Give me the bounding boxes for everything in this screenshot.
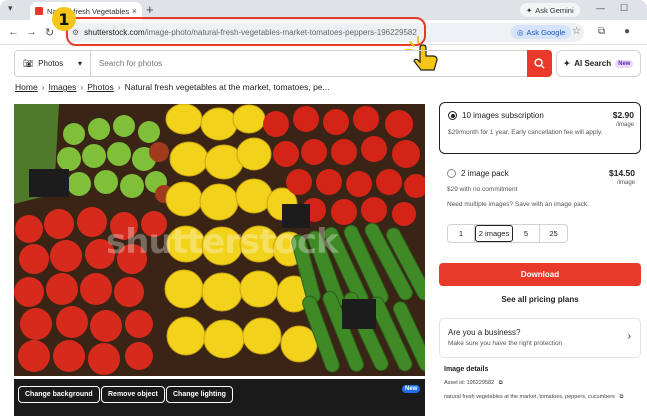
breadcrumb-home[interactable]: Home xyxy=(15,82,38,92)
watermark: shutterstock xyxy=(106,222,339,262)
gemini-sparkle-icon: ✦ xyxy=(526,5,533,15)
image-description-row: natural fresh vegetables at the market, … xyxy=(444,393,639,401)
see-all-pricing-link[interactable]: See all pricing plans xyxy=(439,295,641,304)
google-lens-icon: ◎ xyxy=(517,27,524,37)
breadcrumb-separator: › xyxy=(41,82,45,92)
ask-gemini-label: Ask Gemini xyxy=(535,5,574,15)
business-title: Are you a business? xyxy=(448,328,521,337)
download-button[interactable]: Download xyxy=(439,263,641,286)
asset-id-row: Asset id: 196229582 ⧉ xyxy=(444,380,639,387)
image-pack-title: 2 image pack xyxy=(461,169,509,178)
breadcrumb-photos[interactable]: Photos xyxy=(87,82,113,92)
tools-new-badge: New xyxy=(402,385,421,393)
shutterstock-favicon-icon xyxy=(35,7,43,15)
breadcrumb: Home › Images › Photos › Natural fresh vegetab… xyxy=(15,82,330,92)
image-pack-desc: $29 with no commitment xyxy=(447,186,518,193)
back-arrow-icon[interactable]: ← xyxy=(8,26,19,38)
pack-size-25[interactable]: 25 xyxy=(540,225,567,242)
ai-tools-bar: Change background Remove object Change l… xyxy=(14,379,425,416)
change-background-button[interactable]: Change background xyxy=(18,386,100,403)
ask-google-label: Ask Google xyxy=(526,27,566,37)
business-card[interactable]: Are you a business? Make sure you have t… xyxy=(439,318,641,358)
chevron-down-icon: ▾ xyxy=(77,59,82,68)
forward-arrow-icon[interactable]: → xyxy=(26,26,37,38)
asset-id: Asset id: 196229582 xyxy=(444,380,495,386)
image-details: Image details Asset id: 196229582 ⧉ natu… xyxy=(444,366,639,401)
ask-gemini-button[interactable]: ✦ Ask Gemini xyxy=(520,3,580,17)
breadcrumb-separator: › xyxy=(117,82,121,92)
media-type-label: Photos xyxy=(38,59,64,68)
bookmark-star-icon[interactable]: ☆ xyxy=(572,26,581,37)
copy-description-icon[interactable]: ⧉ xyxy=(619,394,623,400)
new-tab-button[interactable]: + xyxy=(146,2,154,17)
business-subtitle: Make sure you have the right protection xyxy=(448,340,563,347)
browser-window: ▾ Natural fresh Vegetables Ma × + ✦ Ask … xyxy=(0,0,647,416)
search-box: 📷︎ Photos ▾ xyxy=(14,50,551,77)
ai-search-label: AI Search xyxy=(574,59,612,68)
pack-size-5[interactable]: 5 xyxy=(513,225,540,242)
image-description: natural fresh vegetables at the market, … xyxy=(444,394,615,400)
image-pack-radio[interactable] xyxy=(447,169,456,178)
search-row: 📷︎ Photos ▾ ✦ AI Search New xyxy=(0,48,647,79)
pack-size-selector: 1 2 images 5 25 xyxy=(447,224,568,243)
subscription-price: $2.90 xyxy=(612,110,634,120)
subscription-option[interactable]: 10 images subscription $2.90 /image $29/… xyxy=(439,102,641,154)
subscription-unit: /image xyxy=(615,122,634,128)
ai-search-button[interactable]: ✦ AI Search New xyxy=(556,50,641,77)
reload-icon[interactable]: ↻ xyxy=(45,26,54,39)
camera-icon: 📷︎ xyxy=(23,59,34,68)
extensions-icon[interactable]: ⧉ xyxy=(598,26,605,37)
close-tab-icon[interactable]: × xyxy=(132,6,137,16)
profile-avatar-icon[interactable]: ● xyxy=(624,26,630,37)
sparkle-icon: ✦ xyxy=(563,59,571,68)
pack-size-2[interactable]: 2 images xyxy=(475,225,513,242)
search-input[interactable] xyxy=(91,51,550,76)
pack-size-1[interactable]: 1 xyxy=(448,225,475,242)
maximize-icon[interactable]: ☐ xyxy=(620,3,628,14)
step-number-badge: 1 xyxy=(52,7,76,31)
change-lighting-button[interactable]: Change lighting xyxy=(166,386,233,403)
subscription-radio[interactable] xyxy=(448,111,457,120)
new-badge: New xyxy=(615,59,634,68)
breadcrumb-images[interactable]: Images xyxy=(49,82,77,92)
image-pack-more: Need multiple images? Save with an image… xyxy=(447,201,589,208)
ask-google-button[interactable]: ◎ Ask Google xyxy=(511,25,572,39)
image-pack-unit: /image xyxy=(616,180,635,186)
breadcrumb-current: Natural fresh vegetables at the market, … xyxy=(124,82,330,92)
remove-object-button[interactable]: Remove object xyxy=(101,386,165,403)
subscription-desc: $29/month for 1 year. Early cancellation… xyxy=(448,129,603,136)
subscription-title: 10 images subscription xyxy=(462,111,544,120)
minimize-icon[interactable]: — xyxy=(596,3,605,13)
chevron-right-icon: › xyxy=(627,331,631,342)
image-details-heading: Image details xyxy=(444,366,489,373)
copy-icon[interactable]: ⧉ xyxy=(499,380,503,386)
search-icon xyxy=(534,58,545,69)
url-highlight-box xyxy=(66,17,426,46)
search-button[interactable] xyxy=(527,50,552,77)
media-type-dropdown[interactable]: 📷︎ Photos ▾ xyxy=(15,51,91,76)
stock-photo-preview[interactable]: shutterstock xyxy=(14,104,425,376)
image-pack-price: $14.50 xyxy=(609,168,635,178)
tab-overview-icon[interactable]: ▾ xyxy=(8,3,13,14)
breadcrumb-separator: › xyxy=(80,82,84,92)
